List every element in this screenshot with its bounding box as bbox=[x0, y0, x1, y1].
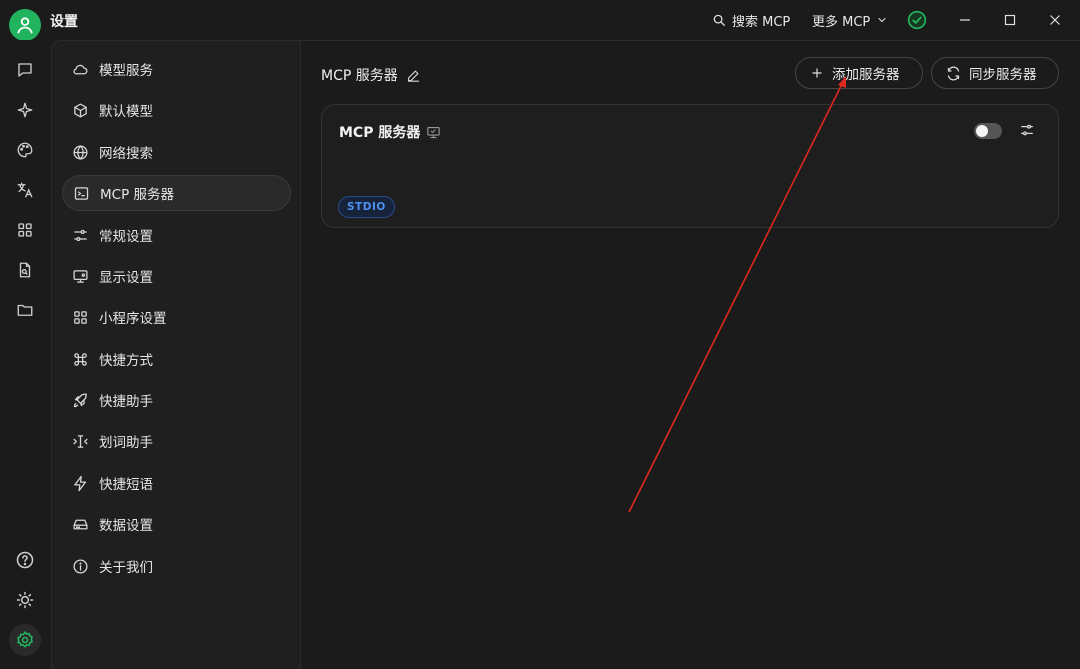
nav-item-selection-assistant[interactable]: 划词助手 bbox=[62, 423, 291, 459]
cube-icon bbox=[74, 102, 87, 118]
nav-item-label: 关于我们 bbox=[99, 560, 153, 576]
nav-item-label: 数据设置 bbox=[99, 518, 153, 534]
more-mcp-label: 更多 MCP bbox=[812, 14, 871, 30]
rail-paint-button[interactable] bbox=[9, 134, 41, 166]
rail-theme-button[interactable] bbox=[9, 584, 41, 616]
chevron-down-icon bbox=[878, 17, 886, 23]
nav-item-quick-phrases[interactable]: 快捷短语 bbox=[62, 465, 291, 501]
check-circle-icon bbox=[907, 10, 927, 30]
add-server-button[interactable]: 添加服务器 bbox=[795, 57, 923, 89]
rail-translate-button[interactable] bbox=[9, 174, 41, 206]
nav-item-shortcuts[interactable]: 快捷方式 bbox=[62, 341, 291, 377]
close-button[interactable] bbox=[1040, 7, 1070, 33]
rail-help-button[interactable] bbox=[9, 544, 41, 576]
main-content: MCP 服务器 添加服务器 同步服务器 MCP 服务器 STDIO bbox=[301, 40, 1080, 669]
maximize-button[interactable] bbox=[995, 7, 1025, 33]
title-bar: 设置 搜索 MCP 更多 MCP bbox=[0, 0, 1080, 41]
sync-server-button[interactable]: 同步服务器 bbox=[931, 57, 1059, 89]
server-name: MCP 服务器 bbox=[339, 125, 421, 141]
nav-item-label: 快捷方式 bbox=[99, 353, 153, 369]
nav-item-default-model[interactable]: 默认模型 bbox=[62, 92, 291, 128]
settings-nav-panel: 模型服务 默认模型 网络搜索 MCP 服务器 常规设置 显示设置 小程序设置 快… bbox=[51, 40, 301, 669]
nav-item-label: 模型服务 bbox=[99, 63, 153, 79]
nav-item-model-service[interactable]: 模型服务 bbox=[62, 51, 291, 87]
sparkle-icon bbox=[17, 102, 33, 118]
search-icon bbox=[713, 14, 725, 26]
user-avatar[interactable] bbox=[9, 9, 41, 41]
nav-item-data-settings[interactable]: 数据设置 bbox=[62, 506, 291, 542]
user-icon bbox=[17, 17, 33, 34]
maximize-icon bbox=[1004, 14, 1016, 26]
nav-item-label: 快捷助手 bbox=[99, 394, 153, 410]
server-card[interactable]: MCP 服务器 STDIO bbox=[321, 104, 1059, 228]
help-icon bbox=[16, 551, 34, 569]
rail-agents-button[interactable] bbox=[9, 94, 41, 126]
nav-item-label: 默认模型 bbox=[99, 104, 153, 120]
search-mcp-label: 搜索 MCP bbox=[732, 14, 791, 30]
status-indicator[interactable] bbox=[907, 10, 927, 30]
page-title: MCP 服务器 bbox=[321, 65, 421, 85]
folder-icon bbox=[17, 304, 33, 316]
server-config-button[interactable] bbox=[1018, 121, 1036, 139]
more-mcp-dropdown[interactable]: 更多 MCP bbox=[812, 10, 888, 30]
rail-files-button[interactable] bbox=[9, 254, 41, 286]
server-card-title: MCP 服务器 bbox=[339, 122, 441, 142]
palette-icon bbox=[17, 142, 33, 158]
rocket-icon bbox=[73, 392, 87, 407]
globe-icon bbox=[73, 144, 88, 160]
chat-icon bbox=[18, 63, 32, 77]
edit-icon[interactable] bbox=[406, 68, 421, 83]
sliders-icon bbox=[74, 229, 87, 241]
translate-icon bbox=[17, 182, 33, 198]
nav-item-display-settings[interactable]: 显示设置 bbox=[62, 258, 291, 294]
grid-icon bbox=[74, 310, 87, 324]
nav-item-label: 划词助手 bbox=[99, 435, 153, 451]
icon-rail bbox=[0, 40, 51, 669]
file-search-icon bbox=[19, 262, 31, 278]
info-icon bbox=[73, 558, 88, 574]
rail-chat-button[interactable] bbox=[9, 54, 41, 86]
nav-item-mcp-server[interactable]: MCP 服务器 bbox=[62, 175, 291, 211]
monitor-icon bbox=[73, 269, 88, 283]
settings-icon bbox=[17, 631, 33, 648]
search-mcp-button[interactable]: 搜索 MCP bbox=[712, 10, 790, 30]
nav-item-web-search[interactable]: 网络搜索 bbox=[62, 134, 291, 170]
nav-item-label: 显示设置 bbox=[99, 270, 153, 286]
add-server-label: 添加服务器 bbox=[832, 67, 900, 83]
nav-item-label: MCP 服务器 bbox=[100, 187, 175, 203]
close-icon bbox=[1050, 15, 1060, 25]
sync-server-label: 同步服务器 bbox=[969, 67, 1037, 83]
refresh-icon bbox=[947, 66, 960, 80]
nav-item-label: 网络搜索 bbox=[99, 146, 153, 162]
rail-apps-button[interactable] bbox=[9, 214, 41, 246]
sliders-icon bbox=[1021, 124, 1033, 136]
nav-item-quick-assistant[interactable]: 快捷助手 bbox=[62, 382, 291, 418]
nav-item-miniapp-settings[interactable]: 小程序设置 bbox=[62, 299, 291, 335]
cloud-icon bbox=[73, 64, 88, 74]
nav-item-general-settings[interactable]: 常规设置 bbox=[62, 217, 291, 253]
minimize-icon bbox=[960, 19, 970, 21]
text-select-icon bbox=[73, 434, 88, 448]
hard-drive-icon bbox=[73, 519, 88, 529]
nav-item-about-us[interactable]: 关于我们 bbox=[62, 548, 291, 584]
server-type-badge: STDIO bbox=[338, 196, 395, 218]
rail-settings-button[interactable] bbox=[9, 624, 41, 656]
window-title: 设置 bbox=[50, 14, 78, 30]
nav-item-label: 快捷短语 bbox=[99, 477, 153, 493]
nav-item-label: 常规设置 bbox=[99, 229, 153, 245]
terminal-icon bbox=[74, 186, 89, 200]
apps-icon bbox=[18, 223, 32, 237]
command-icon bbox=[74, 352, 87, 366]
minimize-button[interactable] bbox=[950, 7, 980, 33]
server-enable-toggle[interactable] bbox=[974, 123, 1002, 139]
zap-icon bbox=[74, 475, 87, 491]
desktop-icon bbox=[427, 126, 441, 138]
nav-item-label: 小程序设置 bbox=[99, 311, 167, 327]
plus-icon bbox=[812, 68, 822, 78]
theme-icon bbox=[16, 591, 34, 609]
rail-folder-button[interactable] bbox=[9, 294, 41, 326]
page-title-text: MCP 服务器 bbox=[321, 68, 398, 84]
